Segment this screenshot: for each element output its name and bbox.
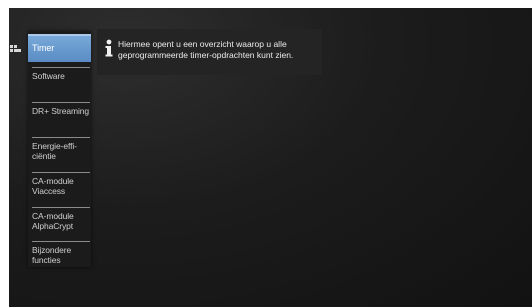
menu-divider	[32, 172, 90, 173]
menu-item-ca-module-viaccess[interactable]: CA-module Viaccess	[32, 172, 91, 196]
menu-divider	[32, 102, 90, 103]
info-icon	[104, 39, 114, 59]
menu-item-dr-streaming[interactable]: DR+ Streaming	[32, 102, 91, 116]
tv-screen: Timer Software DR+ Streaming Energie-eff…	[9, 8, 532, 307]
menu-grid-icon	[10, 44, 22, 56]
menu-item-label: Software	[32, 71, 65, 81]
menu-divider	[32, 67, 90, 68]
menu-item-label: DR+ Streaming	[32, 106, 90, 116]
info-text: Hiermee opent u een overzicht waarop u a…	[118, 39, 294, 60]
menu-item-label: CA-module Viaccess	[32, 176, 74, 196]
menu-item-label: CA-module AlphaCrypt	[32, 211, 74, 231]
menu-item-label: Bijzondere functies	[32, 245, 72, 265]
menu-item-label: Energie-effi- ciëntie	[32, 141, 77, 161]
menu-item-software[interactable]: Software	[32, 67, 91, 81]
menu-divider	[32, 137, 90, 138]
menu-item-timer[interactable]: Timer	[28, 34, 91, 62]
menu-item-ca-module-alphacrypt[interactable]: CA-module AlphaCrypt	[32, 207, 91, 231]
menu-divider	[32, 207, 90, 208]
menu-divider	[32, 241, 90, 242]
menu-item-label: Timer	[32, 43, 55, 53]
info-panel: Hiermee opent u een overzicht waarop u a…	[97, 29, 322, 75]
settings-menu: Timer Software DR+ Streaming Energie-eff…	[28, 31, 91, 267]
menu-item-special-functions[interactable]: Bijzondere functies	[32, 241, 91, 265]
menu-item-energy-efficiency[interactable]: Energie-effi- ciëntie	[32, 137, 91, 161]
